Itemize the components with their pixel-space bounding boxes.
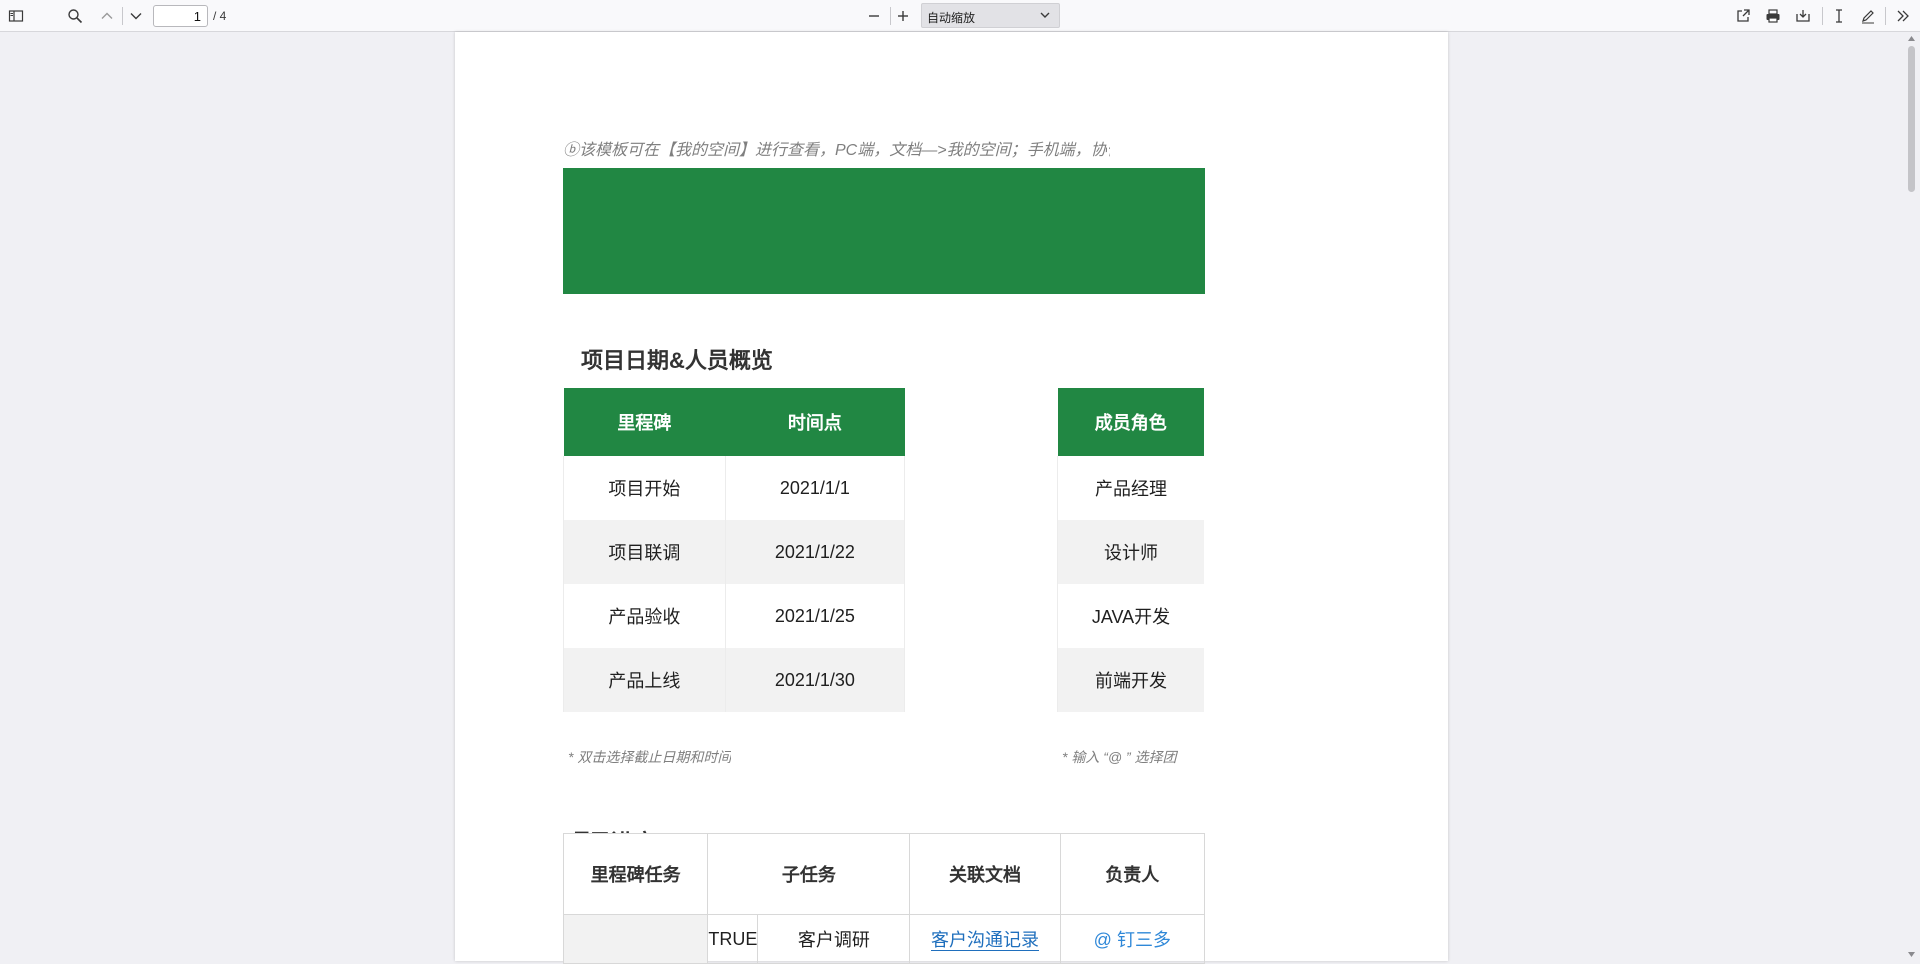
table-row: TRUE 客户调研 客户沟通记录 @ 钉三多 bbox=[562, 914, 1206, 964]
table-row: 设计师 bbox=[1057, 520, 1204, 584]
role-name: 产品经理 bbox=[1057, 456, 1204, 520]
mention-hint: * 输入 “@ ” 选择团 bbox=[1062, 749, 1177, 765]
zoom-out-button[interactable] bbox=[862, 4, 886, 28]
text-tool-button[interactable] bbox=[1827, 4, 1851, 28]
table-row: 产品上线 2021/1/30 bbox=[563, 648, 906, 712]
milestone-name: 项目开始 bbox=[563, 456, 726, 520]
table-row: 项目开始 2021/1/1 bbox=[563, 456, 906, 520]
double-chevron-right-icon bbox=[1897, 10, 1909, 22]
chevron-up-icon bbox=[101, 12, 113, 19]
column-header: 关联文档 bbox=[909, 833, 1061, 915]
save-button[interactable] bbox=[1791, 4, 1815, 28]
table-row: 前端开发 bbox=[1057, 648, 1204, 712]
milestone-name: 产品上线 bbox=[563, 648, 726, 712]
progress-table: 里程碑任务 子任务 关联文档 负责人 TRUE 客户调研 客户沟通记录 @ 钉三… bbox=[562, 833, 1206, 964]
plus-icon bbox=[898, 11, 908, 21]
page-total-label: / 4 bbox=[213, 9, 227, 23]
pdf-page: ⓑ该模板可在【我的空间】进行查看，PC端，文档—>我的空间；手机端，协作—>文档… bbox=[455, 32, 1448, 964]
column-header: 里程碑任务 bbox=[562, 833, 709, 915]
milestone-date[interactable]: 2021/1/22 bbox=[724, 520, 906, 584]
next-page-button[interactable] bbox=[124, 4, 148, 28]
column-header: 成员角色 bbox=[1094, 413, 1167, 433]
column-header: 负责人 bbox=[1059, 833, 1206, 915]
open-file-button[interactable] bbox=[1731, 4, 1755, 28]
table-header-row: 里程碑任务 子任务 关联文档 负责人 bbox=[562, 833, 1206, 915]
scrollbar-thumb[interactable] bbox=[1908, 46, 1915, 192]
scroll-down-arrow-icon[interactable] bbox=[1907, 950, 1916, 959]
owner-cell: @ 钉三多 bbox=[1059, 914, 1206, 964]
pencil-icon bbox=[1862, 10, 1874, 24]
milestone-name: 产品验收 bbox=[563, 584, 726, 648]
tools-menu-button[interactable] bbox=[1891, 4, 1915, 28]
related-doc-link[interactable]: 客户沟通记录 bbox=[931, 930, 1040, 951]
scroll-up-arrow-icon[interactable] bbox=[1907, 34, 1916, 43]
page-number-input[interactable] bbox=[153, 5, 208, 27]
vertical-scrollbar[interactable] bbox=[1903, 32, 1920, 961]
roles-table: 成员角色 产品经理 设计师 JAVA开发 前端开发 bbox=[1057, 388, 1204, 712]
open-external-icon bbox=[1737, 9, 1750, 22]
table-row: 项目联调 2021/1/22 bbox=[563, 520, 906, 584]
related-doc-cell: 客户沟通记录 bbox=[909, 914, 1061, 964]
minus-icon bbox=[869, 15, 879, 17]
search-icon bbox=[68, 9, 83, 24]
previous-page-button[interactable] bbox=[95, 4, 119, 28]
download-icon bbox=[1796, 10, 1810, 22]
milestone-name: 项目联调 bbox=[563, 520, 726, 584]
zoom-select[interactable]: 自动缩放 bbox=[921, 3, 1060, 28]
column-header: 时间点 bbox=[787, 413, 842, 433]
table-row: 产品经理 bbox=[1057, 456, 1204, 520]
chevron-down-icon bbox=[1040, 12, 1050, 18]
sidebar-icon bbox=[8, 10, 24, 22]
find-button[interactable] bbox=[63, 4, 87, 28]
sidebar-toggle-button[interactable] bbox=[4, 4, 28, 28]
subtask-name: 客户调研 bbox=[757, 914, 911, 964]
milestones-table: 里程碑 时间点 项目开始 2021/1/1 项目联调 2021/1/22 产品验… bbox=[563, 388, 906, 712]
header-banner bbox=[563, 168, 1205, 294]
milestone-task-cell bbox=[562, 914, 709, 964]
pdf-toolbar: / 4 自动缩放 bbox=[0, 0, 1920, 32]
milestone-date[interactable]: 2021/1/30 bbox=[724, 648, 906, 712]
zoom-in-button[interactable] bbox=[891, 4, 915, 28]
role-name: JAVA开发 bbox=[1057, 584, 1204, 648]
printer-icon bbox=[1766, 9, 1780, 23]
section-title-overview: 项目日期&人员概览 bbox=[581, 348, 773, 373]
table-header-row: 成员角色 bbox=[1057, 388, 1204, 456]
template-note: ⓑ该模板可在【我的空间】进行查看，PC端，文档—>我的空间；手机端，协作—>文档… bbox=[563, 142, 1110, 159]
checkbox-value[interactable]: TRUE bbox=[707, 914, 759, 964]
owner-mention[interactable]: @ 钉三多 bbox=[1094, 930, 1171, 950]
toolbar-separator bbox=[1822, 7, 1823, 25]
column-header: 里程碑 bbox=[617, 413, 672, 433]
toolbar-separator bbox=[1885, 7, 1886, 25]
role-name: 前端开发 bbox=[1057, 648, 1204, 712]
milestone-date[interactable]: 2021/1/1 bbox=[724, 456, 906, 520]
text-cursor-icon bbox=[1836, 9, 1842, 23]
draw-tool-button[interactable] bbox=[1856, 4, 1880, 28]
table-row: 产品验收 2021/1/25 bbox=[563, 584, 906, 648]
table-row: JAVA开发 bbox=[1057, 584, 1204, 648]
chevron-down-icon bbox=[130, 13, 142, 20]
milestone-date[interactable]: 2021/1/25 bbox=[724, 584, 906, 648]
role-name: 设计师 bbox=[1057, 520, 1204, 584]
column-header: 子任务 bbox=[707, 833, 911, 915]
table-header-row: 里程碑 时间点 bbox=[563, 388, 905, 456]
date-hint: * 双击选择截止日期和时间 bbox=[568, 749, 732, 765]
print-button[interactable] bbox=[1761, 4, 1785, 28]
toolbar-separator bbox=[122, 7, 123, 25]
zoom-select-value: 自动缩放 bbox=[927, 11, 976, 25]
